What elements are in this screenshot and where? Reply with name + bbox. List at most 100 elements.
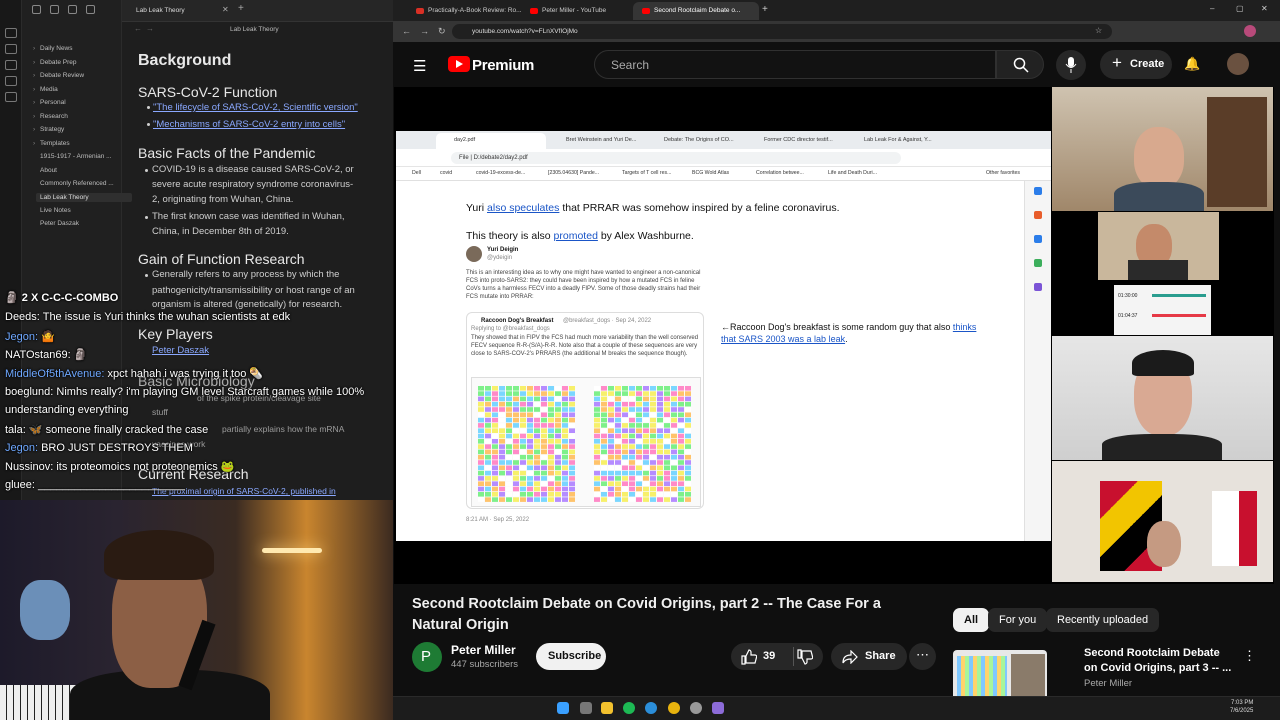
- folder-item[interactable]: Research: [33, 113, 68, 120]
- search-button[interactable]: [996, 50, 1044, 79]
- alignment-cell: [594, 412, 600, 418]
- file-explorer-icon[interactable]: [601, 702, 613, 714]
- alignment-cell: [671, 391, 677, 396]
- youtube-logo-icon[interactable]: [448, 56, 470, 72]
- alignment-cell: [650, 423, 656, 428]
- alignment-cell: [657, 449, 663, 455]
- url-field[interactable]: youtube.com/watch?v=FLnXVfIOjMo: [452, 24, 1112, 39]
- menu-icon[interactable]: ☰: [413, 57, 426, 75]
- share-button[interactable]: Share: [831, 643, 907, 670]
- alignment-cell: [622, 454, 628, 460]
- sort-icon[interactable]: [68, 5, 77, 14]
- minimize-icon[interactable]: –: [1210, 4, 1214, 13]
- more-actions-button[interactable]: ⋯: [909, 643, 936, 670]
- close-tab-icon[interactable]: ✕: [222, 5, 229, 14]
- alignment-cell: [520, 417, 526, 423]
- forward-icon[interactable]: →: [146, 24, 154, 33]
- forward-icon[interactable]: →: [420, 26, 429, 36]
- obs-icon[interactable]: [690, 702, 702, 714]
- alignment-cell: [499, 486, 505, 492]
- file-item[interactable]: 1915-1917 - Armenian ...: [40, 153, 112, 160]
- alignment-cell: [615, 481, 621, 486]
- note-link[interactable]: "The lifecycle of SARS-CoV-2, Scientific…: [153, 101, 358, 114]
- alignment-cell: [485, 454, 491, 460]
- browser-tab[interactable]: Peter Miller - YouTube: [521, 2, 631, 20]
- file-item[interactable]: About: [40, 167, 57, 174]
- alignment-cell: [499, 465, 505, 471]
- notifications-bell-icon[interactable]: 🔔: [1184, 56, 1200, 72]
- file-item-active[interactable]: Lab Leak Theory: [36, 193, 132, 202]
- folder-item[interactable]: Media: [33, 86, 58, 93]
- recommended-menu-icon[interactable]: ⋮: [1243, 648, 1256, 664]
- alignment-cell: [685, 470, 691, 476]
- reload-icon[interactable]: ↻: [438, 26, 446, 37]
- youtube-premium-logo[interactable]: Premium: [472, 57, 534, 74]
- folder-item[interactable]: Templates: [33, 140, 70, 147]
- file-item[interactable]: Live Notes: [40, 207, 71, 214]
- recommended-title[interactable]: Second Rootclaim Debate on Covid Origins…: [1084, 646, 1234, 676]
- recommended-thumbnail[interactable]: [953, 650, 1047, 700]
- alignment-cell: [678, 454, 684, 460]
- chip-for-you[interactable]: For you: [988, 608, 1048, 632]
- note-tab-title[interactable]: Lab Leak Theory: [136, 7, 185, 14]
- new-note-icon[interactable]: [32, 5, 41, 14]
- file-item[interactable]: Peter Daszak: [40, 220, 79, 227]
- folder-item[interactable]: Debate Prep: [33, 59, 76, 66]
- folder-item[interactable]: Debate Review: [33, 72, 84, 79]
- folder-item[interactable]: Strategy: [33, 126, 64, 133]
- create-button[interactable]: Create: [1100, 50, 1172, 79]
- recommended-channel[interactable]: Peter Miller: [1084, 678, 1132, 689]
- file-item[interactable]: Commonly Referenced ...: [40, 180, 114, 187]
- bookmark-star-icon[interactable]: ☆: [1095, 26, 1102, 35]
- close-icon[interactable]: ✕: [1261, 4, 1268, 13]
- alignment-cell: [643, 401, 649, 407]
- alignment-cell: [671, 449, 677, 455]
- alignment-cell: [534, 391, 540, 396]
- alignment-cell: [643, 481, 649, 486]
- alignment-cell: [685, 401, 691, 407]
- alignment-cell: [534, 439, 540, 444]
- folder-item[interactable]: Personal: [33, 99, 66, 106]
- note-link[interactable]: "Mechanisms of SARS-CoV-2 entry into cel…: [153, 118, 345, 131]
- channel-avatar[interactable]: P: [412, 642, 442, 672]
- alignment-cell: [534, 449, 540, 455]
- alignment-cell: [562, 433, 568, 439]
- new-folder-icon[interactable]: [50, 5, 59, 14]
- chrome-icon[interactable]: [668, 702, 680, 714]
- thumbs-up-icon[interactable]: [741, 649, 757, 665]
- new-tab-icon[interactable]: +: [762, 4, 768, 15]
- maximize-icon[interactable]: ▢: [1236, 4, 1244, 13]
- back-icon[interactable]: ←: [134, 24, 142, 33]
- back-icon[interactable]: ←: [402, 26, 411, 36]
- chip-recently-uploaded[interactable]: Recently uploaded: [1046, 608, 1160, 632]
- subscribe-button[interactable]: Subscribe: [536, 643, 606, 670]
- search-icon[interactable]: [5, 44, 17, 54]
- template-icon[interactable]: [5, 92, 17, 102]
- folder-item[interactable]: Daily News: [33, 45, 72, 52]
- new-tab-icon[interactable]: +: [238, 3, 244, 14]
- graph-icon[interactable]: [5, 60, 17, 70]
- alignment-cell: [608, 497, 614, 502]
- collapse-icon[interactable]: [86, 5, 95, 14]
- taskview-icon[interactable]: [580, 702, 592, 714]
- spotify-icon[interactable]: [623, 702, 635, 714]
- search-input[interactable]: Search: [594, 50, 996, 79]
- alignment-cell: [527, 470, 533, 476]
- obsidian-icon[interactable]: [712, 702, 724, 714]
- calendar-icon[interactable]: [5, 76, 17, 86]
- subscriber-count: 447 subscribers: [451, 659, 519, 670]
- account-avatar[interactable]: [1227, 53, 1249, 75]
- profile-icon[interactable]: [1244, 25, 1256, 37]
- browser-tab-active[interactable]: Second Rootclaim Debate o...: [633, 2, 759, 20]
- alignment-cell: [478, 460, 484, 465]
- voice-search-button[interactable]: [1056, 50, 1086, 80]
- alignment-cell: [569, 465, 575, 471]
- thumbs-down-icon[interactable]: [797, 649, 813, 665]
- start-icon[interactable]: [557, 702, 569, 714]
- chip-all[interactable]: All: [953, 608, 990, 632]
- edge-icon[interactable]: [645, 702, 657, 714]
- alignment-cell: [548, 460, 554, 465]
- files-icon[interactable]: [5, 28, 17, 38]
- channel-name[interactable]: Peter Miller: [451, 643, 516, 657]
- browser-tab[interactable]: Practically-A-Book Review: Ro...: [407, 2, 522, 20]
